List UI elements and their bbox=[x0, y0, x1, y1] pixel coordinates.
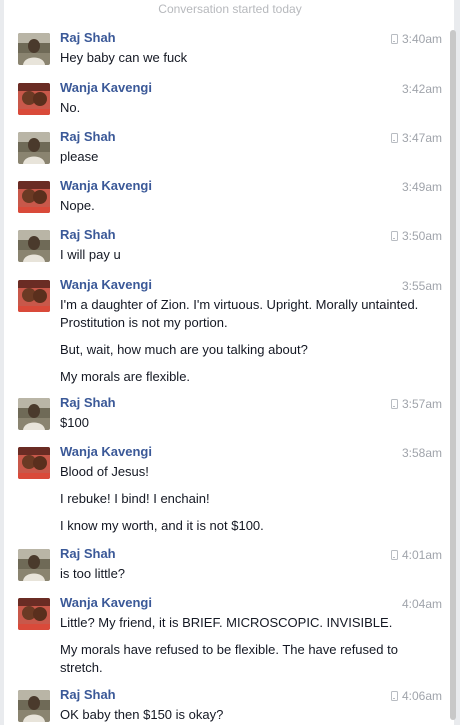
timestamp: 3:49am bbox=[401, 180, 442, 194]
conversation-started-label: Conversation started today bbox=[158, 2, 302, 16]
wanja-avatar[interactable] bbox=[18, 598, 50, 630]
timestamp: 4:04am bbox=[401, 597, 442, 611]
message-body: I'm a daughter of Zion. I'm virtuous. Up… bbox=[60, 296, 432, 386]
message-body: is too little? bbox=[60, 565, 432, 583]
mobile-phone-icon bbox=[390, 133, 398, 143]
message-time: 3:40am bbox=[390, 32, 442, 46]
window-border-left bbox=[0, 0, 4, 725]
wanja-avatar[interactable] bbox=[18, 447, 50, 479]
message-time: 4:06am bbox=[390, 689, 442, 703]
message-body: Hey baby can we fuck bbox=[60, 49, 432, 67]
scrollbar-thumb[interactable] bbox=[450, 30, 456, 720]
wanja-avatar[interactable] bbox=[18, 181, 50, 213]
sender-name[interactable]: Raj Shah bbox=[60, 546, 116, 561]
message-time: 3:42am bbox=[402, 82, 442, 96]
message-time: 3:55am bbox=[402, 279, 442, 293]
message-time: 3:47am bbox=[390, 131, 442, 145]
message-time: 3:57am bbox=[390, 397, 442, 411]
message-body: please bbox=[60, 148, 432, 166]
message-time: 3:49am bbox=[402, 180, 442, 194]
message-body: I will pay u bbox=[60, 246, 432, 264]
mobile-phone-icon bbox=[390, 231, 398, 241]
message-text: But, wait, how much are you talking abou… bbox=[60, 342, 308, 357]
mobile-phone-icon bbox=[390, 399, 398, 409]
wanja-avatar[interactable] bbox=[18, 280, 50, 312]
timestamp: 3:47am bbox=[401, 131, 442, 145]
message-text: please bbox=[60, 149, 99, 164]
timestamp: 3:40am bbox=[401, 32, 442, 46]
sender-name[interactable]: Wanja Kavengi bbox=[60, 277, 152, 292]
sender-name[interactable]: Wanja Kavengi bbox=[60, 595, 152, 610]
sender-name[interactable]: Raj Shah bbox=[60, 129, 116, 144]
message-text: I know my worth, and it is not $100. bbox=[60, 518, 264, 533]
sender-name[interactable]: Raj Shah bbox=[60, 687, 116, 702]
message-time: 4:04am bbox=[402, 597, 442, 611]
message-time: 4:01am bbox=[390, 548, 442, 562]
message-text: I rebuke! I bind! I enchain! bbox=[60, 491, 210, 506]
message-body: Blood of Jesus! I rebuke! I bind! I encha… bbox=[60, 463, 432, 535]
message-body: OK baby then $150 is okay? bbox=[60, 706, 432, 724]
raj-avatar[interactable] bbox=[18, 230, 50, 262]
timestamp: 3:58am bbox=[401, 446, 442, 460]
sender-name[interactable]: Wanja Kavengi bbox=[60, 80, 152, 95]
timestamp: 3:42am bbox=[401, 82, 442, 96]
message-body: $100 bbox=[60, 414, 432, 432]
sender-name[interactable]: Raj Shah bbox=[60, 30, 116, 45]
message-text: Hey baby can we fuck bbox=[60, 50, 188, 65]
message-text: is too little? bbox=[60, 566, 126, 581]
raj-avatar[interactable] bbox=[18, 132, 50, 164]
sender-name[interactable]: Raj Shah bbox=[60, 227, 116, 242]
timestamp: 3:50am bbox=[401, 229, 442, 243]
mobile-phone-icon bbox=[390, 550, 398, 560]
message-text: No. bbox=[60, 100, 81, 115]
wanja-avatar[interactable] bbox=[18, 83, 50, 115]
message-text: My morals are flexible. bbox=[60, 369, 191, 384]
message-text: I'm a daughter of Zion. I'm virtuous. Up… bbox=[60, 297, 419, 330]
sender-name[interactable]: Raj Shah bbox=[60, 395, 116, 410]
message-text: Little? My friend, it is BRIEF. MICROSCO… bbox=[60, 615, 393, 630]
message-text: $100 bbox=[60, 415, 89, 430]
message-body: No. bbox=[60, 99, 432, 117]
message-time: 3:58am bbox=[402, 446, 442, 460]
raj-avatar[interactable] bbox=[18, 690, 50, 722]
message-text: OK baby then $150 is okay? bbox=[60, 707, 224, 722]
timestamp: 4:01am bbox=[401, 548, 442, 562]
raj-avatar[interactable] bbox=[18, 398, 50, 430]
mobile-phone-icon bbox=[390, 691, 398, 701]
message-text: I will pay u bbox=[60, 247, 121, 262]
raj-avatar[interactable] bbox=[18, 33, 50, 65]
timestamp: 3:55am bbox=[401, 279, 442, 293]
raj-avatar[interactable] bbox=[18, 549, 50, 581]
timestamp: 4:06am bbox=[401, 689, 442, 703]
timestamp: 3:57am bbox=[401, 397, 442, 411]
message-time: 3:50am bbox=[390, 229, 442, 243]
message-text: Nope. bbox=[60, 198, 95, 213]
message-text: My morals have refused to be flexible. T… bbox=[60, 642, 398, 675]
message-body: Nope. bbox=[60, 197, 432, 215]
message-body: Little? My friend, it is BRIEF. MICROSCO… bbox=[60, 614, 432, 677]
sender-name[interactable]: Wanja Kavengi bbox=[60, 178, 152, 193]
mobile-phone-icon bbox=[390, 34, 398, 44]
sender-name[interactable]: Wanja Kavengi bbox=[60, 444, 152, 459]
message-text: Blood of Jesus! bbox=[60, 464, 149, 479]
